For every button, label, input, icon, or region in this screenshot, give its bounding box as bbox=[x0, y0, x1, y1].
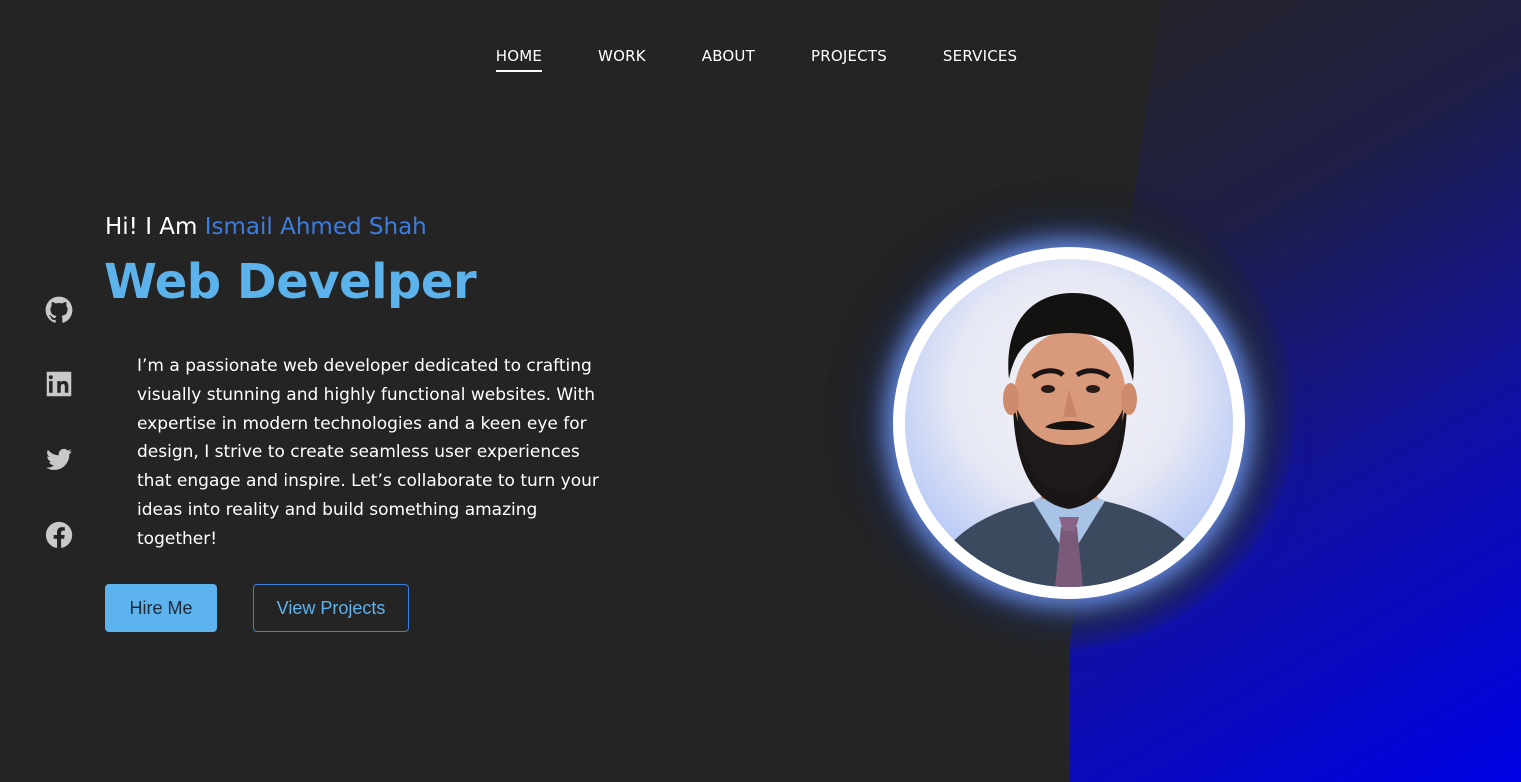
github-icon[interactable] bbox=[45, 296, 73, 324]
hero-greeting: Hi! I Am Ismail Ahmed Shah bbox=[105, 214, 427, 240]
nav-services[interactable]: SERVICES bbox=[915, 46, 1045, 66]
profile-photo-illustration bbox=[925, 293, 1215, 587]
nav-projects[interactable]: PROJECTS bbox=[783, 46, 915, 66]
hire-me-button[interactable]: Hire Me bbox=[105, 584, 217, 632]
hero-name: Ismail Ahmed Shah bbox=[204, 214, 427, 240]
facebook-icon[interactable] bbox=[45, 521, 73, 549]
linkedin-icon[interactable] bbox=[45, 370, 73, 398]
main-nav: HOME WORK ABOUT PROJECTS SERVICES bbox=[0, 46, 1521, 72]
profile-photo bbox=[905, 259, 1233, 587]
hero-role: Web Develper bbox=[104, 254, 477, 310]
nav-about[interactable]: ABOUT bbox=[674, 46, 783, 66]
portfolio-page: HOME WORK ABOUT PROJECTS SERVICES Hi! I … bbox=[0, 0, 1521, 782]
hero-bio: I’m a passionate web developer dedicated… bbox=[137, 356, 599, 549]
greeting-prefix: Hi! I Am bbox=[105, 214, 205, 240]
view-projects-button[interactable]: View Projects bbox=[253, 584, 409, 632]
twitter-icon[interactable] bbox=[45, 446, 73, 474]
nav-home[interactable]: HOME bbox=[468, 46, 570, 72]
nav-work[interactable]: WORK bbox=[570, 46, 674, 66]
